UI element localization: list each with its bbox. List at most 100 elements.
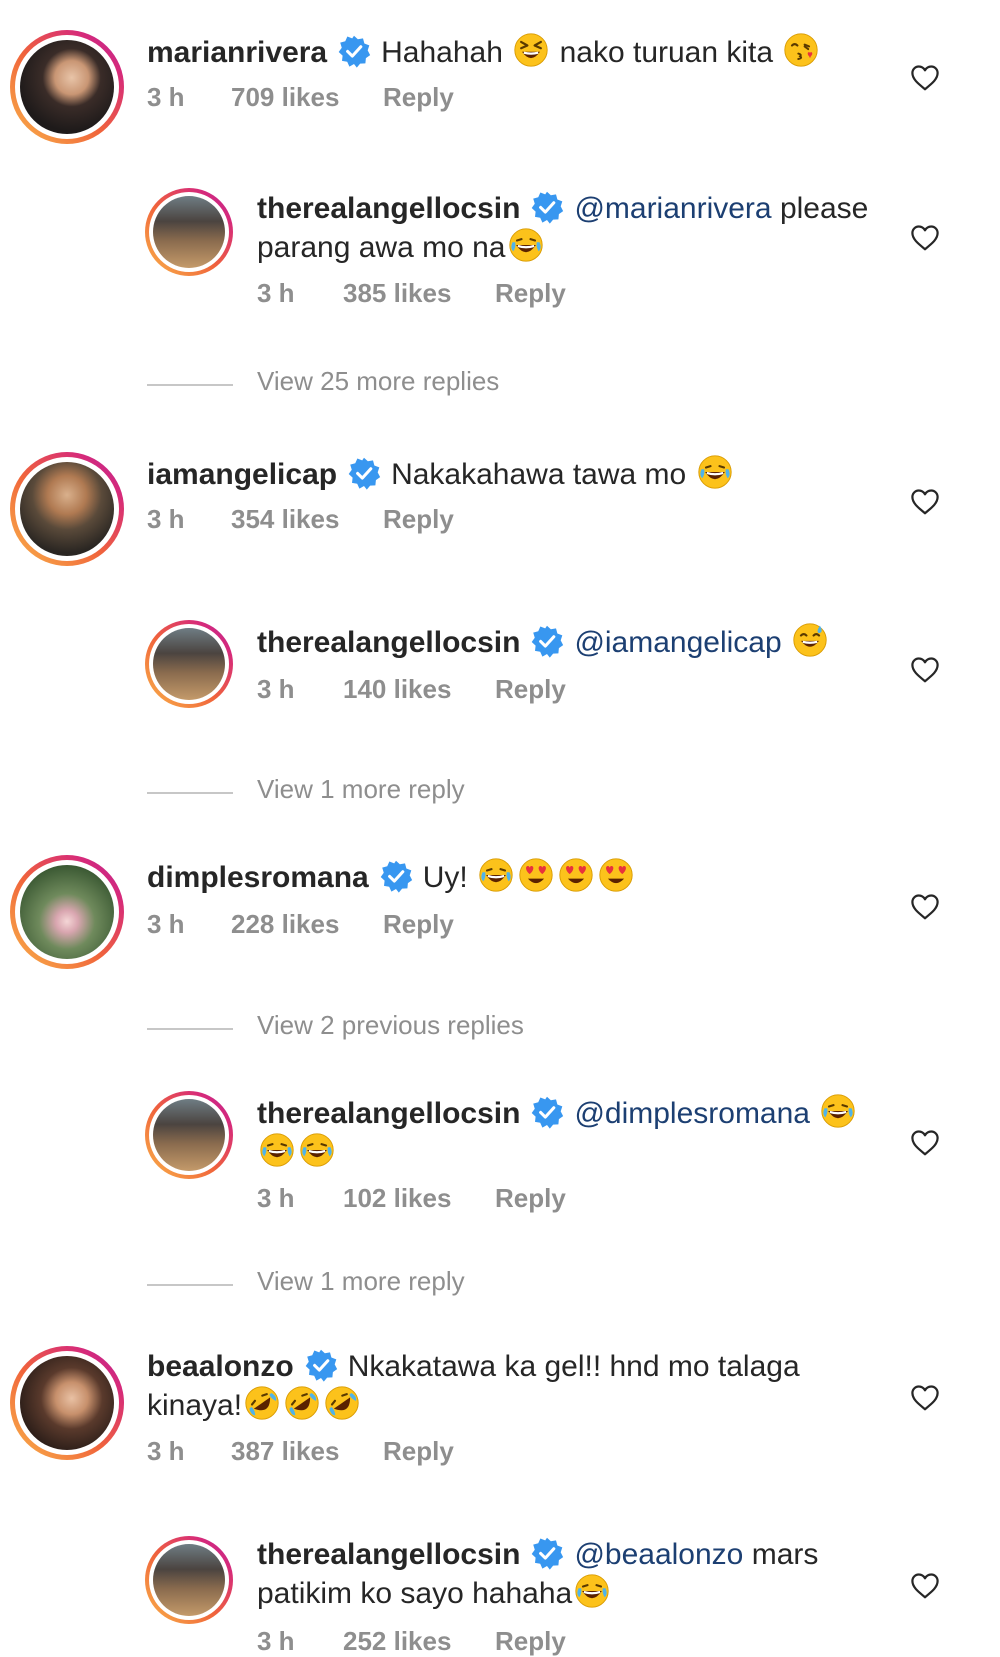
reply-button[interactable]: Reply [495,674,566,705]
comment-likes[interactable]: 228 likes [231,909,339,940]
heart-eyes-emoji-icon [598,857,634,893]
comment-time: 3 h [257,1626,295,1656]
divider [147,384,233,386]
reply-button[interactable]: Reply [495,1626,566,1657]
mention-link[interactable]: @dimplesromana [574,1097,810,1130]
verified-badge-icon [530,190,564,224]
comment-body: parang awa mo na [257,231,506,264]
comment-text: therealangellocsin @dimplesromana [257,1093,877,1171]
heart-icon[interactable] [910,224,940,252]
heart-eyes-emoji-icon [518,857,554,893]
heart-icon[interactable] [910,1129,940,1157]
comment-time: 3 h [257,674,295,704]
heart-icon[interactable] [910,1572,940,1600]
comment-body: Nkakatawa ka gel!! hnd mo talaga [347,1350,800,1383]
view-more-label[interactable]: View 1 more reply [257,1266,465,1297]
verified-badge-icon [337,34,371,68]
reply-button[interactable]: Reply [495,1183,566,1214]
comment-time: 3 h [147,504,185,534]
heart-eyes-emoji-icon [558,857,594,893]
comment-text: therealangellocsin @iamangelicap [257,622,877,661]
comment-text: dimplesromana Uy! [147,857,847,896]
comment-text: marianrivera Hahahah nako turuan kita [147,32,847,71]
avatar[interactable] [145,620,233,708]
comment-likes[interactable]: 252 likes [343,1626,451,1657]
divider [147,1028,233,1030]
avatar[interactable] [10,30,124,144]
view-more-label[interactable]: View 25 more replies [257,366,499,397]
comment-body: mars [751,1538,819,1571]
comment-text: iamangelicap Nakakahawa tawa mo [147,454,847,493]
comment-body: Nakakahawa tawa mo [391,458,687,491]
reply-button[interactable]: Reply [495,278,566,309]
view-previous-replies-button[interactable]: View 2 previous replies [147,1010,747,1050]
reply-button[interactable]: Reply [383,1436,454,1467]
comment-likes[interactable]: 102 likes [343,1183,451,1214]
heart-icon[interactable] [910,488,940,516]
mention-link[interactable]: @beaalonzo [574,1538,743,1571]
verified-badge-icon [530,1536,564,1570]
verified-badge-icon [530,624,564,658]
rolling-laughing-emoji-icon [244,1385,280,1421]
heart-icon[interactable] [910,656,940,684]
avatar[interactable] [10,452,124,566]
comment-likes[interactable]: 140 likes [343,674,451,705]
comment-username[interactable]: therealangellocsin [257,626,520,659]
reply-button[interactable]: Reply [383,504,454,535]
comment-likes[interactable]: 709 likes [231,82,339,113]
reply-button[interactable]: Reply [383,82,454,113]
avatar[interactable] [10,855,124,969]
rolling-laughing-emoji-icon [324,1385,360,1421]
avatar[interactable] [10,1346,124,1460]
mention-link[interactable]: @marianrivera [574,192,771,225]
squinting-laugh-emoji-icon [513,32,549,68]
tears-of-joy-emoji-icon [697,454,733,490]
verified-badge-icon [530,1095,564,1129]
view-more-label[interactable]: View 2 previous replies [257,1010,524,1041]
avatar[interactable] [145,188,233,276]
tears-of-joy-emoji-icon [259,1132,295,1168]
tears-of-joy-emoji-icon [299,1132,335,1168]
comment-username[interactable]: beaalonzo [147,1350,294,1383]
heart-icon[interactable] [910,64,940,92]
heart-icon[interactable] [910,893,940,921]
divider [147,1284,233,1286]
comment-time: 3 h [147,1436,185,1466]
comment-likes[interactable]: 354 likes [231,504,339,535]
mention-link[interactable]: @iamangelicap [574,626,781,659]
comment-text: therealangellocsin @beaalonzo mars patiki… [257,1536,877,1612]
verified-badge-icon [304,1348,338,1382]
avatar[interactable] [145,1536,233,1624]
comment-text: therealangellocsin @marianrivera please p… [257,190,877,266]
comment-body: Uy! [422,861,468,894]
verified-badge-icon [347,456,381,490]
sweat-smile-emoji-icon [792,622,828,658]
view-more-label[interactable]: View 1 more reply [257,774,465,805]
comment-likes[interactable]: 385 likes [343,278,451,309]
comment-username[interactable]: marianrivera [147,36,327,69]
tears-of-joy-emoji-icon [478,857,514,893]
avatar[interactable] [145,1091,233,1179]
comment-body: patikim ko sayo hahaha [257,1577,573,1610]
reply-button[interactable]: Reply [383,909,454,940]
comment-username[interactable]: therealangellocsin [257,1538,520,1571]
comment-username[interactable]: therealangellocsin [257,1097,520,1130]
comment-username[interactable]: therealangellocsin [257,192,520,225]
comment-body: nako turuan kita [559,36,774,69]
comment-username[interactable]: dimplesromana [147,861,369,894]
comment-time: 3 h [257,278,295,308]
kissing-face-emoji-icon [783,32,819,68]
comment-text: beaalonzo Nkakatawa ka gel!! hnd mo talag… [147,1348,847,1424]
rolling-laughing-emoji-icon [284,1385,320,1421]
comment-username[interactable]: iamangelicap [147,458,337,491]
heart-icon[interactable] [910,1384,940,1412]
comment-time: 3 h [147,82,185,112]
divider [147,792,233,794]
view-more-replies-button[interactable]: View 1 more reply [147,774,747,814]
comment-body: kinaya! [147,1389,243,1422]
view-more-replies-button[interactable]: View 1 more reply [147,1266,747,1306]
comment-likes[interactable]: 387 likes [231,1436,339,1467]
tears-of-joy-emoji-icon [574,1573,610,1609]
comment-time: 3 h [147,909,185,939]
view-more-replies-button[interactable]: View 25 more replies [147,366,747,406]
